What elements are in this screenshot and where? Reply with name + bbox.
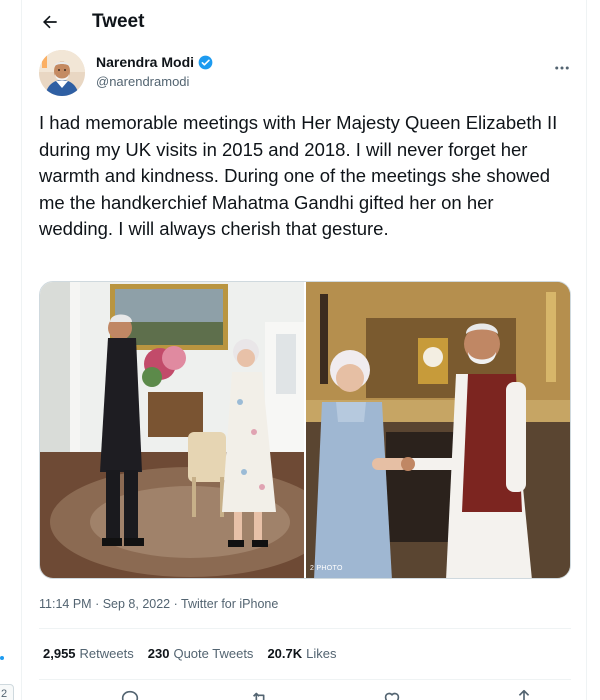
divider [39,679,571,680]
more-horizontal-icon[interactable] [548,54,576,82]
verified-badge-icon [198,55,213,70]
tweet-actions [39,688,571,700]
likes-stat[interactable]: 20.7K Likes [267,646,336,661]
tweet-column: Tweet Narendra Modi @narendramodi I had … [22,0,586,700]
likes-count: 20.7K [267,646,303,661]
meta-separator: · [173,597,178,611]
retweets-count: 2,955 [43,646,76,661]
tweet-author: Narendra Modi @narendramodi [22,44,586,104]
divider [39,628,571,629]
retweet-icon[interactable] [249,688,271,700]
sidebar-badge[interactable]: 2 [0,684,14,700]
left-rail: 2 [0,0,22,700]
retweets-stat[interactable]: 2,955 Retweets [43,646,134,661]
page-header: Tweet [22,0,586,44]
tweet-stats: 2,955 Retweets 230 Quote Tweets 20.7K Li… [43,646,337,661]
quote-tweets-label: Quote Tweets [173,646,254,661]
tweet-date[interactable]: Sep 8, 2022 [103,597,170,611]
photo-right[interactable]: 2 PHOTO [306,282,570,578]
author-name-row: Narendra Modi [96,54,213,70]
notification-dot [0,656,4,660]
photo-credit: 2 PHOTO [310,565,343,572]
tweet-text: I had memorable meetings with Her Majest… [39,112,558,239]
tweet-source[interactable]: Twitter for iPhone [181,597,278,611]
page-title: Tweet [92,11,145,32]
reply-icon[interactable] [119,688,141,700]
quote-tweets-count: 230 [147,646,170,661]
share-icon[interactable] [513,688,535,700]
photo-left[interactable] [40,282,304,578]
arrow-left-icon[interactable] [36,8,64,36]
quote-tweets-stat[interactable]: 230 Quote Tweets [148,646,254,661]
avatar[interactable] [39,50,85,96]
tweet-media[interactable]: 2 PHOTO [39,281,571,579]
tweet-meta: 11:14 PM · Sep 8, 2022 · Twitter for iPh… [39,597,278,611]
author-handle[interactable]: @narendramodi [96,74,189,89]
meta-separator: · [95,597,100,611]
retweets-label: Retweets [79,646,134,661]
right-rail [586,0,600,700]
tweet-time[interactable]: 11:14 PM [39,597,92,611]
likes-label: Likes [306,646,337,661]
author-name[interactable]: Narendra Modi [96,54,194,70]
like-icon[interactable] [381,688,403,700]
